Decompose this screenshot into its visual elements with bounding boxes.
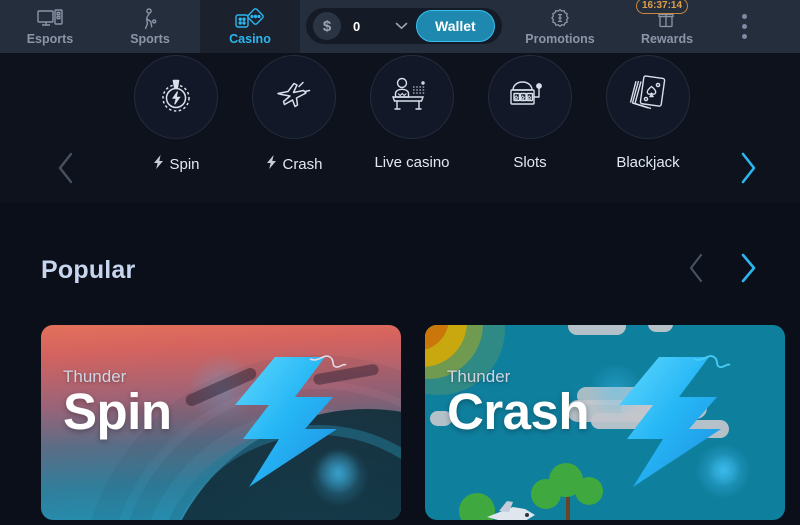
game-card-name: Spin <box>63 383 172 440</box>
currency-icon: $ <box>313 12 341 40</box>
category-label-text: Slots <box>513 154 547 171</box>
nav-tab-rewards[interactable]: Rewards 16:37:14 <box>614 0 720 53</box>
category-circle[interactable] <box>252 55 336 139</box>
nav-tab-sports[interactable]: Sports <box>100 0 200 53</box>
nav-tab-casino[interactable]: Casino <box>200 0 300 53</box>
kebab-dot <box>741 34 747 39</box>
category-carousel: Spin Crash Live casino Slots Blackjack <box>0 53 800 203</box>
popular-section-header: Popular <box>41 252 759 289</box>
balance-amount: 0 <box>353 18 361 34</box>
kebab-dot <box>741 14 747 19</box>
category-label-text: Live casino <box>374 154 450 171</box>
category-circle[interactable] <box>134 55 218 139</box>
category-label-text: Blackjack <box>616 154 680 171</box>
stopwatch-bolt-icon <box>156 74 196 121</box>
category-prev-arrow[interactable] <box>55 151 77 190</box>
monitor-icon <box>37 8 63 30</box>
kebab-dot <box>741 24 747 29</box>
category-label-slots: Slots <box>513 154 546 171</box>
runner-icon <box>139 7 161 30</box>
category-label-blackjack: Blackjack <box>616 154 679 171</box>
balance-widget[interactable]: $ 0 Wallet <box>306 8 502 44</box>
cloud <box>568 325 626 335</box>
live-dealer-icon <box>389 75 435 120</box>
popular-prev-arrow[interactable] <box>687 253 707 288</box>
popular-carousel-controls <box>687 252 759 289</box>
nav-tab-sports-label: Sports <box>130 31 170 46</box>
playing-cards-icon <box>627 73 669 122</box>
game-card-name: Crash <box>447 383 590 440</box>
category-label-live-casino: Live casino <box>374 154 449 171</box>
nav-tab-promotions-label: Promotions <box>525 31 595 46</box>
top-navigation-bar: Esports Sports Casino $ 0 Wallet Promoti… <box>0 0 800 53</box>
game-card-crash[interactable]: Thunder Crash <box>425 325 785 520</box>
header-right-nav: Promotions Rewards 16:37:14 <box>506 0 768 53</box>
rewards-timer-badge: 16:37:14 <box>636 0 689 14</box>
slot-machine-icon <box>507 77 553 118</box>
thunder-bolt-icon <box>597 353 732 498</box>
nav-tab-esports-label: Esports <box>26 31 74 46</box>
category-item-spin[interactable]: Spin <box>118 53 234 174</box>
popular-game-cards: Thunder Spin Thunder Crash <box>41 325 785 520</box>
nav-tab-promotions[interactable]: Promotions <box>506 0 614 53</box>
popular-next-arrow[interactable] <box>737 252 759 289</box>
bolt-icon <box>152 154 166 174</box>
nav-tab-rewards-label: Rewards <box>640 31 694 46</box>
wallet-button[interactable]: Wallet <box>416 10 495 42</box>
category-circle[interactable] <box>606 55 690 139</box>
dice-icon <box>235 7 265 30</box>
airplane-icon <box>272 77 316 118</box>
category-item-slots[interactable]: Slots <box>472 53 588 171</box>
nav-tab-esports[interactable]: Esports <box>0 0 100 53</box>
game-card-spin[interactable]: Thunder Spin <box>41 325 401 520</box>
category-item-blackjack[interactable]: Blackjack <box>590 53 706 171</box>
category-circle[interactable] <box>370 55 454 139</box>
category-label-crash: Crash <box>265 154 323 174</box>
category-label-text: Spin <box>169 155 200 173</box>
bolt-icon <box>265 154 279 174</box>
airplane-icon <box>483 497 539 520</box>
game-card-crash-text: Thunder Crash <box>447 367 590 440</box>
game-card-spin-text: Thunder Spin <box>63 367 172 439</box>
chevron-down-icon[interactable] <box>395 17 408 35</box>
category-label-spin: Spin <box>152 154 200 174</box>
category-circle[interactable] <box>488 55 572 139</box>
thunder-bolt-icon <box>213 353 348 498</box>
nav-tab-casino-label: Casino <box>229 31 271 46</box>
starburst-icon <box>548 8 572 30</box>
page-title: Popular <box>41 256 136 284</box>
category-item-crash[interactable]: Crash <box>236 53 352 174</box>
category-next-arrow[interactable] <box>737 151 759 190</box>
category-label-text: Crash <box>282 155 323 173</box>
category-item-live-casino[interactable]: Live casino <box>354 53 470 171</box>
kebab-menu-icon[interactable] <box>720 0 768 53</box>
